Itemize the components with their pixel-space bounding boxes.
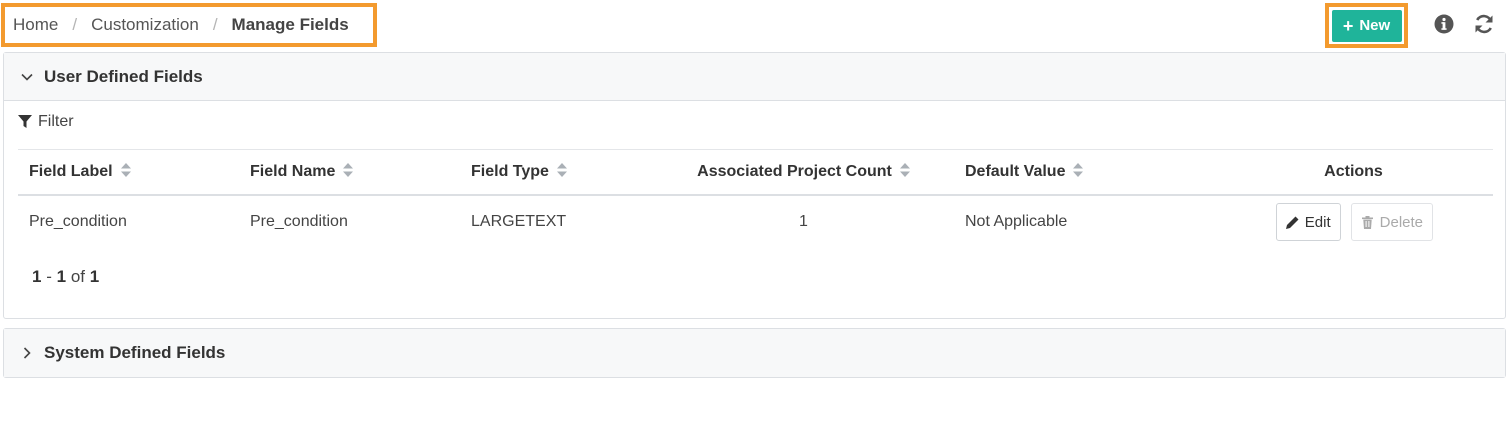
plus-icon: + <box>1342 15 1354 36</box>
info-circle-icon[interactable] <box>1434 14 1454 34</box>
breadcrumb-home[interactable]: Home <box>13 15 58 35</box>
filter-button[interactable]: Filter <box>18 113 74 131</box>
sort-icon <box>120 162 131 177</box>
new-button[interactable]: + New <box>1331 9 1402 42</box>
cell-field-type: LARGETEXT <box>471 213 567 230</box>
pencil-icon <box>1285 216 1299 229</box>
chevron-down-icon <box>21 73 33 81</box>
edit-button-label: Edit <box>1304 213 1331 231</box>
panel-title: User Defined Fields <box>44 66 203 86</box>
system-defined-fields-panel: System Defined Fields <box>3 328 1506 378</box>
refresh-icon[interactable] <box>1473 13 1495 35</box>
delete-button-label: Delete <box>1379 213 1423 231</box>
column-header-default-value[interactable]: Default Value <box>954 149 1214 196</box>
edit-button[interactable]: Edit <box>1275 203 1341 241</box>
pagination-summary: 1 - 1 of 1 <box>32 267 100 286</box>
system-defined-fields-header[interactable]: System Defined Fields <box>4 329 1505 377</box>
column-header-field-type[interactable]: Field Type <box>460 149 653 196</box>
breadcrumb: Home / Customization / Manage Fields <box>1 3 377 47</box>
cell-default-value: Not Applicable <box>965 213 1068 230</box>
fields-table: Field Label Field Name Field Type Associ… <box>18 149 1493 249</box>
breadcrumb-separator: / <box>72 15 78 34</box>
sort-icon <box>556 162 567 177</box>
cell-field-name: Pre_condition <box>250 213 348 230</box>
cell-field-label: Pre_condition <box>29 213 127 230</box>
column-header-actions: Actions <box>1214 149 1493 196</box>
user-defined-fields-header[interactable]: User Defined Fields <box>4 53 1505 101</box>
user-defined-fields-panel: User Defined Fields Filter Field Label F… <box>3 52 1506 319</box>
sort-icon <box>1073 162 1084 177</box>
column-header-field-name[interactable]: Field Name <box>239 149 460 196</box>
filter-label: Filter <box>38 113 74 130</box>
new-button-highlight: + New <box>1325 3 1408 48</box>
chevron-right-icon <box>23 347 31 359</box>
cell-project-count: 1 <box>799 213 808 230</box>
table-row: Pre_condition Pre_condition LARGETEXT 1 … <box>18 195 1493 249</box>
filter-icon <box>18 115 32 128</box>
cell-actions: Edit Delete <box>1214 195 1493 249</box>
breadcrumb-customization[interactable]: Customization <box>91 15 199 35</box>
sort-icon <box>343 162 354 177</box>
sort-icon <box>899 162 910 177</box>
column-header-field-label[interactable]: Field Label <box>18 149 239 196</box>
trash-icon <box>1361 215 1373 229</box>
breadcrumb-separator: / <box>212 15 218 34</box>
breadcrumb-current: Manage Fields <box>231 15 349 34</box>
column-header-project-count[interactable]: Associated Project Count <box>653 149 954 196</box>
new-button-label: New <box>1359 17 1391 34</box>
panel-title: System Defined Fields <box>44 343 226 362</box>
delete-button[interactable]: Delete <box>1350 203 1433 241</box>
